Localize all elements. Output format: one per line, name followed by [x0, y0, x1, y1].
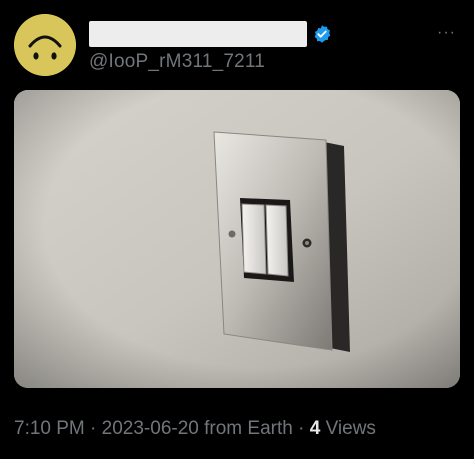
tweet-date[interactable]: 2023-06-20	[102, 418, 199, 439]
tweet-media-image[interactable]	[14, 90, 460, 388]
avatar[interactable]	[14, 14, 76, 76]
meta-separator: ·	[84, 418, 102, 439]
light-switch-photo	[14, 90, 460, 388]
tweet-source: from Earth	[198, 418, 293, 439]
display-name-redacted	[89, 21, 307, 47]
more-options-icon[interactable]: ···	[437, 24, 456, 42]
views-count: 4	[309, 418, 321, 439]
tweet-time[interactable]: 7:10 PM	[14, 418, 85, 439]
author-handle[interactable]: @IooP_rM311_7211	[89, 51, 265, 73]
upside-down-smiley-icon	[14, 14, 76, 76]
verified-badge-icon	[314, 25, 331, 43]
tweet-meta: 7:10 PM · 2023-06-20 from Earth · 4 View…	[14, 418, 376, 440]
meta-separator: ·	[292, 418, 310, 439]
views-label: Views	[320, 418, 376, 439]
